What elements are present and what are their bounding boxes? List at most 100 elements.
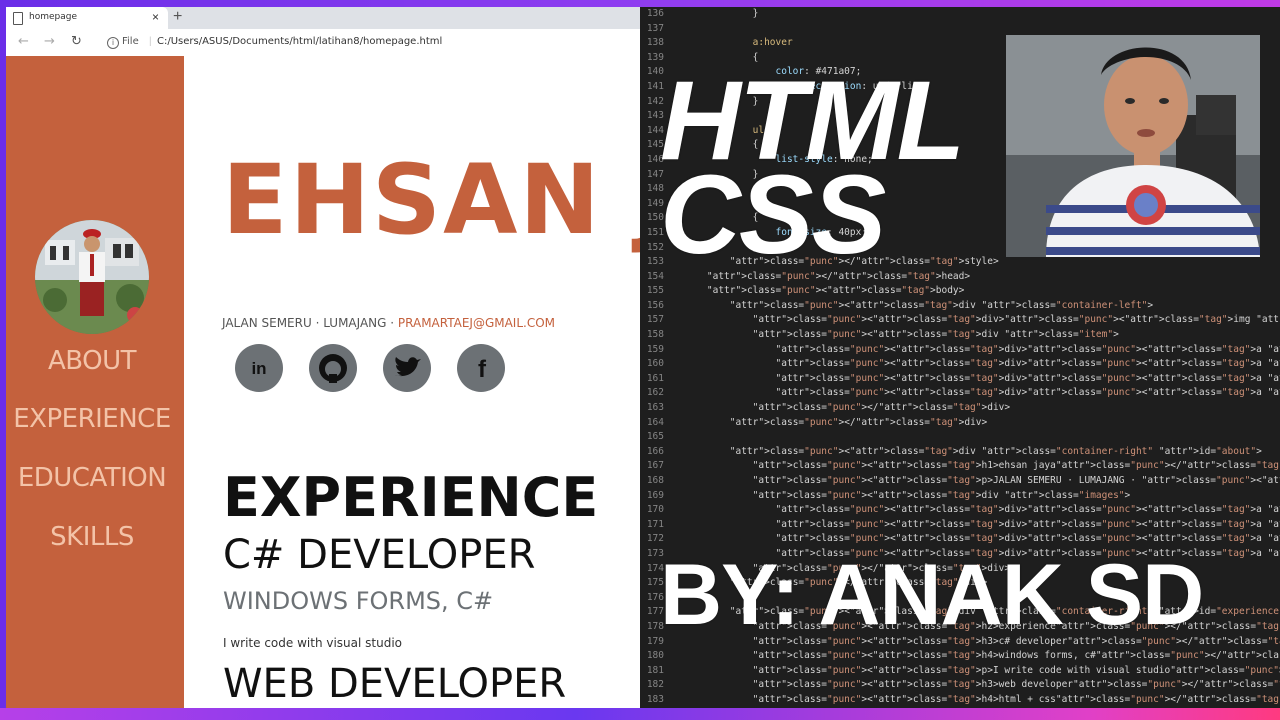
code-line[interactable]: 164 "attr">class="punc"></"attr">class="…	[640, 416, 1280, 431]
code-line[interactable]: 169 "attr">class="punc"><"attr">class="t…	[640, 489, 1280, 504]
facebook-icon[interactable]: f	[457, 344, 505, 392]
overlay-by: BY: ANAK SD	[660, 547, 1204, 643]
code-line[interactable]: 160 "attr">class="punc"><"attr">class="t…	[640, 357, 1280, 372]
address-text: JALAN SEMERU · LUMAJANG ·	[222, 316, 398, 330]
line-text: "attr">class="punc"></"attr">class="tag"…	[729, 416, 988, 428]
line-number: 159	[646, 343, 664, 355]
line-text: }	[684, 8, 759, 19]
nav-link-education[interactable]: EDUCATION	[6, 463, 178, 493]
line-text: "attr">class="punc"><"attr">class="tag">…	[752, 314, 1280, 326]
file-label: File	[122, 36, 139, 47]
code-line[interactable]: 172 "attr">class="punc"><"attr">class="t…	[640, 532, 1280, 547]
url-field[interactable]: C:/Users/ASUS/Documents/html/latihan8/ho…	[157, 36, 442, 47]
forward-icon[interactable]: →	[44, 34, 55, 49]
line-number: 180	[646, 650, 664, 662]
close-icon[interactable]: ×	[152, 10, 159, 24]
nav-link-experience[interactable]: EXPERIENCE	[6, 404, 178, 434]
code-line[interactable]: 183 "attr">class="punc"><"attr">class="t…	[640, 693, 1280, 708]
code-line[interactable]: 180 "attr">class="punc"><"attr">class="t…	[640, 649, 1280, 664]
line-text: "attr">class="punc"><"attr">class="tag">…	[752, 475, 1280, 486]
overlay-css: CSS	[660, 152, 886, 277]
job-title-web: WEB DEVELOPER	[223, 661, 567, 707]
webpage: ABOUT EXPERIENCE EDUCATION SKILLS EHSAN …	[6, 56, 640, 708]
line-number: 171	[646, 518, 664, 530]
github-icon[interactable]	[309, 344, 357, 392]
code-line[interactable]: 181 "attr">class="punc"><"attr">class="t…	[640, 664, 1280, 679]
line-text: "attr">class="punc"><"attr">class="tag">…	[775, 518, 1280, 530]
code-line[interactable]: 166 "attr">class="punc"><"attr">class="t…	[640, 445, 1280, 460]
code-line[interactable]: 158 "attr">class="punc"><"attr">class="t…	[640, 328, 1280, 343]
code-line[interactable]: 170 "attr">class="punc"><"attr">class="t…	[640, 503, 1280, 518]
address-bar: ← → ↻ i File | C:/Users/ASUS/Documents/h…	[6, 29, 640, 57]
line-text: "attr">class="punc"><"attr">class="tag">…	[752, 489, 1131, 501]
email-link[interactable]: PRAMARTAEJ@GMAIL.COM	[398, 316, 555, 330]
tab-homepage[interactable]: homepage ×	[6, 7, 168, 29]
facebook-label: f	[478, 356, 487, 383]
code-line[interactable]: 162 "attr">class="punc"><"attr">class="t…	[640, 386, 1280, 401]
line-text: "attr">class="punc"><"attr">class="tag">…	[752, 329, 1119, 341]
code-line[interactable]: 136 }	[640, 7, 1280, 22]
line-number: 166	[646, 445, 664, 457]
code-line[interactable]: 156 "attr">class="punc"><"attr">class="t…	[640, 299, 1280, 314]
code-line[interactable]: 165	[640, 430, 1280, 445]
new-tab-button[interactable]: +	[173, 8, 182, 26]
line-number: 172	[646, 533, 664, 545]
line-text: "attr">class="punc"><"attr">class="tag">…	[752, 650, 1280, 662]
code-line[interactable]: 182 "attr">class="punc"><"attr">class="t…	[640, 678, 1280, 693]
line-number: 184	[640, 708, 664, 709]
line-text: "attr">class="punc"></"attr">class="tag"…	[752, 402, 1011, 414]
line-number: 183	[646, 693, 664, 705]
line-number: 136	[646, 8, 664, 19]
line-text: "attr">class="punc"><"attr">class="tag">…	[729, 445, 1262, 457]
line-number: 158	[646, 329, 664, 341]
browser-window: homepage × + ← → ↻ i File | C:/Users/ASU…	[6, 7, 640, 708]
code-line[interactable]: 155 "attr">class="punc"><"attr">class="t…	[640, 284, 1280, 299]
section-title-experience: EXPERIENCE	[223, 466, 599, 529]
line-number: 138	[646, 37, 664, 49]
info-icon[interactable]: i	[107, 37, 119, 49]
line-text: "attr">class="punc"><"attr">class="tag">…	[752, 693, 1280, 705]
line-text: "attr">class="punc"><"attr">class="tag">…	[706, 285, 965, 297]
code-line[interactable]: 137	[640, 22, 1280, 37]
line-number: 162	[646, 387, 664, 399]
line-number: 157	[646, 314, 664, 326]
page-icon	[13, 12, 23, 25]
code-line[interactable]: 157 "attr">class="punc"><"attr">class="t…	[640, 313, 1280, 328]
back-icon[interactable]: ←	[18, 34, 29, 49]
line-number: 161	[646, 372, 664, 384]
line-text: "attr">class="punc"><"attr">class="tag">…	[752, 460, 1280, 472]
line-text: "attr">class="punc"><"attr">class="tag">…	[775, 533, 1280, 545]
code-line[interactable]: 184 "attr">class="punc"><"attr">class="t…	[640, 708, 1280, 709]
reload-icon[interactable]: ↻	[71, 34, 82, 49]
linkedin-icon[interactable]: in	[235, 344, 283, 392]
nav-link-about[interactable]: ABOUT	[6, 346, 178, 376]
line-number: 165	[646, 431, 664, 443]
code-line[interactable]: 167 "attr">class="punc"><"attr">class="t…	[640, 459, 1280, 474]
line-text: "attr">class="punc"><"attr">class="tag">…	[752, 664, 1280, 676]
code-line[interactable]: 159 "attr">class="punc"><"attr">class="t…	[640, 343, 1280, 358]
line-text: "attr">class="punc"><"attr">class="tag">…	[729, 299, 1154, 311]
line-number: 163	[646, 402, 664, 414]
line-number: 155	[646, 285, 664, 297]
line-text: "attr">class="punc"><"attr">class="tag">…	[775, 343, 1280, 355]
job-description: I write code with visual studio	[223, 636, 403, 650]
code-line[interactable]: 161 "attr">class="punc"><"attr">class="t…	[640, 372, 1280, 387]
nav-link-skills[interactable]: SKILLS	[6, 522, 178, 552]
line-text: "attr">class="punc"><"attr">class="tag">…	[775, 387, 1280, 399]
line-number: 164	[646, 416, 664, 428]
page-title: EHSAN JAYA	[222, 144, 640, 256]
linkedin-label: in	[251, 359, 266, 378]
line-number: 169	[646, 489, 664, 501]
code-line[interactable]: 171 "attr">class="punc"><"attr">class="t…	[640, 518, 1280, 533]
line-text: "attr">class="punc"><"attr">class="tag">…	[775, 372, 1280, 384]
tab-bar: homepage × +	[6, 7, 640, 29]
twitter-icon[interactable]	[383, 344, 431, 392]
code-line[interactable]: 168 "attr">class="punc"><"attr">class="t…	[640, 474, 1280, 489]
line-number: 167	[646, 460, 664, 472]
line-text: "attr">class="punc"><"attr">class="tag">…	[752, 679, 1280, 691]
line-number: 170	[646, 504, 664, 516]
job-subtitle: WINDOWS FORMS, C#	[223, 587, 494, 615]
line-number: 182	[646, 679, 664, 691]
job-title-csharp: C# DEVELOPER	[223, 532, 536, 578]
code-line[interactable]: 163 "attr">class="punc"></"attr">class="…	[640, 401, 1280, 416]
